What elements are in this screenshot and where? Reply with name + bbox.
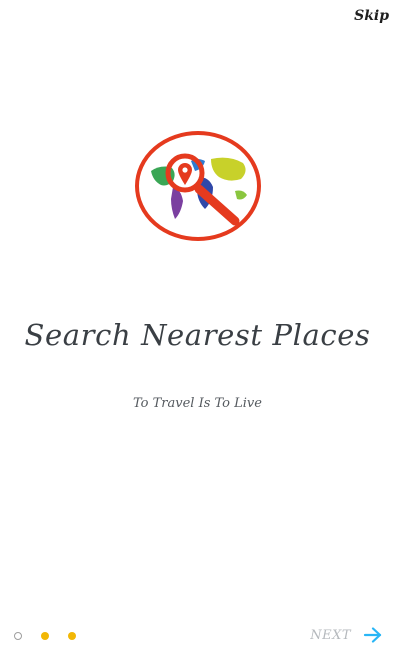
page-subtitle: To Travel Is To Live	[133, 396, 262, 411]
page-dot-2	[41, 632, 49, 640]
next-button[interactable]: NEXT	[310, 626, 383, 644]
world-map-magnifier-icon	[133, 129, 265, 245]
arrow-right-icon	[363, 627, 382, 643]
page-title: Search Nearest Places	[24, 318, 371, 352]
page-indicator	[14, 630, 76, 642]
skip-button[interactable]: Skip	[354, 8, 389, 24]
next-label: NEXT	[310, 627, 351, 643]
page-dot-1	[14, 632, 22, 640]
page-dot-3	[68, 632, 76, 640]
